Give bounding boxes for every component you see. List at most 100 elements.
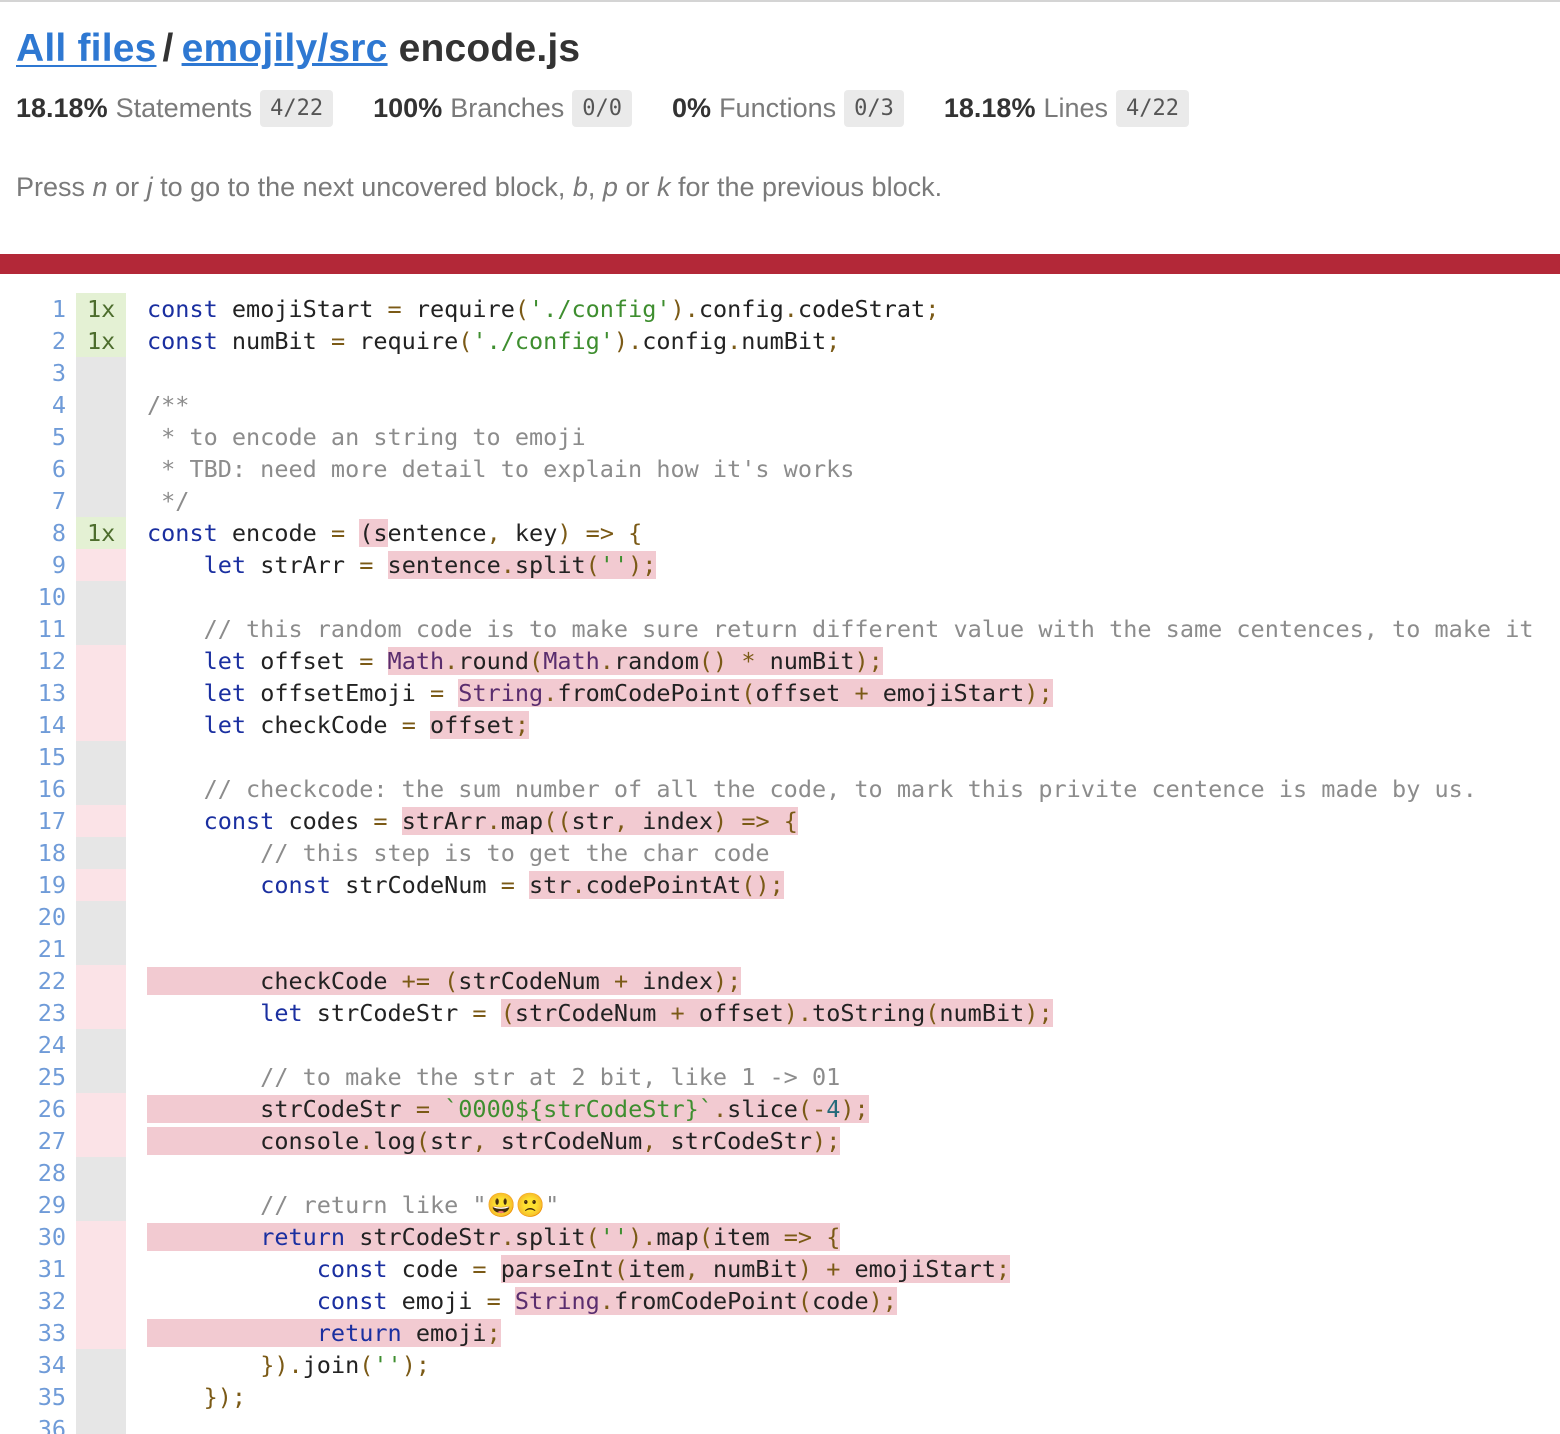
source-text: // this step is to get the char code [147, 839, 770, 867]
line-number[interactable]: 1 [0, 293, 66, 325]
source-text: * TBD: need more detail to explain how i… [147, 455, 855, 483]
hit-count [76, 613, 126, 645]
help-key: n [92, 172, 108, 202]
line-number[interactable]: 7 [0, 485, 66, 517]
line-number[interactable]: 17 [0, 805, 66, 837]
hit-count [76, 805, 126, 837]
line-number[interactable]: 33 [0, 1317, 66, 1349]
line-number[interactable]: 32 [0, 1285, 66, 1317]
hit-count [76, 421, 126, 453]
line-number[interactable]: 20 [0, 901, 66, 933]
line-number[interactable]: 27 [0, 1125, 66, 1157]
coverage-summary: 18.18% Statements 4/22 100% Branches 0/0… [16, 90, 1229, 127]
hit-count: 1x [76, 517, 126, 549]
source-text: // this random code is to make sure retu… [147, 615, 1534, 643]
source-text: const codes = strArr.map((str, index) =>… [203, 807, 798, 835]
line-number[interactable]: 18 [0, 837, 66, 869]
source-text: return emoji; [147, 1317, 501, 1349]
code-line: 12 let offset = Math.round(Math.random()… [0, 645, 1560, 677]
help-text: , [587, 172, 603, 202]
line-number[interactable]: 26 [0, 1093, 66, 1125]
line-number[interactable]: 28 [0, 1157, 66, 1189]
line-number[interactable]: 31 [0, 1253, 66, 1285]
hit-count [76, 645, 126, 677]
line-number[interactable]: 13 [0, 677, 66, 709]
all-files-link[interactable]: All files [16, 27, 157, 70]
code-line: 23 let strCodeStr = (strCodeNum + offset… [0, 997, 1560, 1029]
code-line: 24 [0, 1029, 1560, 1061]
source-text: // to make the str at 2 bit, like 1 -> 0… [147, 1063, 841, 1091]
line-number[interactable]: 23 [0, 997, 66, 1029]
line-number[interactable]: 3 [0, 357, 66, 389]
hit-count [76, 1253, 126, 1285]
line-number[interactable]: 10 [0, 581, 66, 613]
source-text: */ [147, 487, 190, 515]
hit-count [76, 1189, 126, 1221]
dir-link[interactable]: emojily/src [182, 27, 388, 70]
line-number[interactable]: 24 [0, 1029, 66, 1061]
source-text: let offsetEmoji = String.fromCodePoint(o… [203, 679, 1053, 707]
stat-fraction: 4/22 [260, 90, 334, 127]
line-number[interactable]: 15 [0, 741, 66, 773]
hit-count [76, 1221, 126, 1253]
hit-count [76, 1285, 126, 1317]
line-number[interactable]: 35 [0, 1381, 66, 1413]
code-line: 27 console.log(str, strCodeNum, strCodeS… [0, 1125, 1560, 1157]
breadcrumb: All files / emojily/src encode.js [16, 26, 580, 72]
source-text: checkCode += (strCodeNum + index); [147, 967, 742, 995]
code-line: 10 [0, 581, 1560, 613]
source-text: // return like "😃🙁" [147, 1191, 560, 1219]
line-number[interactable]: 9 [0, 549, 66, 581]
line-number[interactable]: 12 [0, 645, 66, 677]
line-number[interactable]: 4 [0, 389, 66, 421]
code-line: 26 strCodeStr = `0000${strCodeStr}`.slic… [0, 1093, 1560, 1125]
help-text: Press [16, 172, 93, 202]
line-number[interactable]: 36 [0, 1413, 66, 1434]
stat-branches: 100% Branches 0/0 [373, 90, 633, 127]
line-number[interactable]: 34 [0, 1349, 66, 1381]
code-line: 5 * to encode an string to emoji [0, 421, 1560, 453]
line-number[interactable]: 21 [0, 933, 66, 965]
line-number[interactable]: 14 [0, 709, 66, 741]
stat-fraction: 0/0 [572, 90, 633, 127]
code-line: 8 1x const encode = (sentence, key) => { [0, 517, 1560, 549]
stat-pct: 0% [672, 93, 712, 123]
code-line: 21 [0, 933, 1560, 965]
hit-count [76, 869, 126, 901]
help-key: p [602, 172, 618, 202]
code-line: 30 return strCodeStr.split('').map(item … [0, 1221, 1560, 1253]
line-number[interactable]: 6 [0, 453, 66, 485]
line-number[interactable]: 29 [0, 1189, 66, 1221]
source-text: }).join(''); [260, 1351, 431, 1379]
hit-count [76, 1381, 126, 1413]
line-number[interactable]: 30 [0, 1221, 66, 1253]
hit-count [76, 837, 126, 869]
code-line: 13 let offsetEmoji = String.fromCodePoin… [0, 677, 1560, 709]
coverage-status-bar [0, 254, 1560, 274]
hit-count [76, 1125, 126, 1157]
code-line: 19 const strCodeNum = str.codePointAt(); [0, 869, 1560, 901]
line-number[interactable]: 22 [0, 965, 66, 997]
hit-count [76, 453, 126, 485]
line-number[interactable]: 25 [0, 1061, 66, 1093]
code-line: 33 return emoji; [0, 1317, 1560, 1349]
code-line: 4 /** [0, 389, 1560, 421]
hit-count [76, 1317, 126, 1349]
line-number[interactable]: 19 [0, 869, 66, 901]
line-number[interactable]: 8 [0, 517, 66, 549]
hit-count [76, 1349, 126, 1381]
line-number[interactable]: 5 [0, 421, 66, 453]
line-number[interactable]: 11 [0, 613, 66, 645]
help-key: b [572, 172, 588, 202]
code-line: 15 [0, 741, 1560, 773]
line-number[interactable]: 16 [0, 773, 66, 805]
help-key: k [656, 172, 671, 202]
help-text: to go to the next uncovered block, [152, 172, 573, 202]
source-text: strCodeStr = `0000${strCodeStr}`.slice(-… [147, 1095, 869, 1123]
source-text: }); [203, 1383, 247, 1411]
stat-statements: 18.18% Statements 4/22 [16, 90, 334, 127]
source-text: return strCodeStr.split('').map(item => … [147, 1221, 841, 1253]
file-name: encode.js [398, 27, 581, 70]
source-text: // checkcode: the sum number of all the … [147, 775, 1477, 803]
line-number[interactable]: 2 [0, 325, 66, 357]
